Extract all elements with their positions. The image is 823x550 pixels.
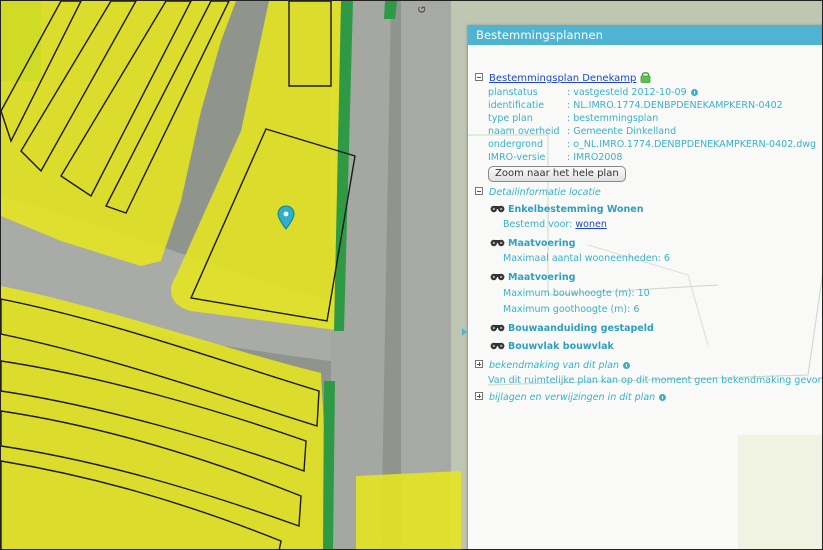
bekendmaking-text: Van dit ruimtelijke plan kan op dit mome…	[488, 375, 822, 386]
detail-maatvoering-1[interactable]: Maatvoering	[475, 236, 822, 253]
panel-title: Bestemmingsplannen	[468, 25, 822, 45]
road-vertical	[401, 1, 451, 549]
collapse-detail-toggle[interactable]	[475, 187, 483, 195]
field-type-plan: type plan: bestemmingsplan	[488, 113, 659, 124]
detail-bouwvlak[interactable]: Bouwvlak bouwvlak	[475, 339, 822, 356]
binoculars-icon	[490, 237, 505, 253]
plan-link[interactable]: Bestemmingsplan Denekamp	[489, 73, 636, 84]
maatvoering-2-line-2: Maximum goothoogte (m): 6	[503, 304, 640, 315]
panel-expand-arrow[interactable]	[462, 328, 467, 336]
zone-bottom-right	[356, 471, 461, 549]
info-icon[interactable]	[659, 394, 667, 401]
street-label: G	[418, 6, 428, 13]
info-icon[interactable]	[690, 89, 698, 96]
binoculars-icon	[490, 203, 505, 219]
green-strip-3	[384, 1, 397, 19]
bestemd-voor-row: Bestemd voor: wonen	[503, 219, 607, 230]
green-strip-2	[323, 381, 335, 549]
maatvoering-1-line: Maximaal aantal wooneenheden: 6	[503, 253, 670, 264]
detail-maatvoering-2[interactable]: Maatvoering	[475, 270, 822, 287]
collapse-plan-toggle[interactable]	[475, 73, 483, 81]
info-icon[interactable]	[622, 362, 630, 369]
field-ondergrond: ondergrond: o_NL.IMRO.1774.DENBPDENEKAMP…	[488, 139, 817, 150]
zoom-to-plan-button[interactable]: Zoom naar het hele plan	[488, 166, 626, 182]
field-imro-versie: IMRO-versie: IMRO2008	[488, 152, 623, 163]
maatvoering-2-line-1: Maximum bouwhoogte (m): 10	[503, 288, 650, 299]
screenshot-frame: G Bestemmingsplannen Bestemmingsplan Den…	[0, 0, 823, 550]
field-planstatus: planstatus: vastgesteld 2012-10-09	[475, 86, 822, 99]
wonen-link[interactable]: wonen	[575, 219, 606, 230]
panel-body: Bestemmingsplan Denekamp planstatus: vas…	[468, 45, 822, 404]
detail-enkelbestemming[interactable]: Enkelbestemming Wonen	[475, 202, 822, 219]
field-identificatie: identificatie: NL.IMRO.1774.DENBPDENEKAM…	[488, 100, 783, 111]
expand-bijlagen-toggle[interactable]	[475, 392, 483, 400]
plan-header-row: Bestemmingsplan Denekamp	[475, 71, 822, 86]
binoculars-icon	[490, 322, 505, 338]
binoculars-icon	[490, 271, 505, 287]
bijlagen-section-header[interactable]: bijlagen en verwijzingen in dit plan	[475, 391, 822, 404]
bekendmaking-section-header[interactable]: bekendmaking van dit plan	[475, 359, 822, 372]
detail-section-header[interactable]: Detailinformatie locatie	[475, 186, 822, 199]
binoculars-icon	[490, 340, 505, 356]
bestemmingsplannen-panel: Bestemmingsplannen Bestemmingsplan Denek…	[468, 25, 822, 549]
detail-bouwaanduiding[interactable]: Bouwaanduiding gestapeld	[475, 321, 822, 338]
field-naam-overheid: naam overheid: Gemeente Dinkelland	[488, 126, 677, 137]
expand-bekendmaking-toggle[interactable]	[475, 360, 483, 368]
